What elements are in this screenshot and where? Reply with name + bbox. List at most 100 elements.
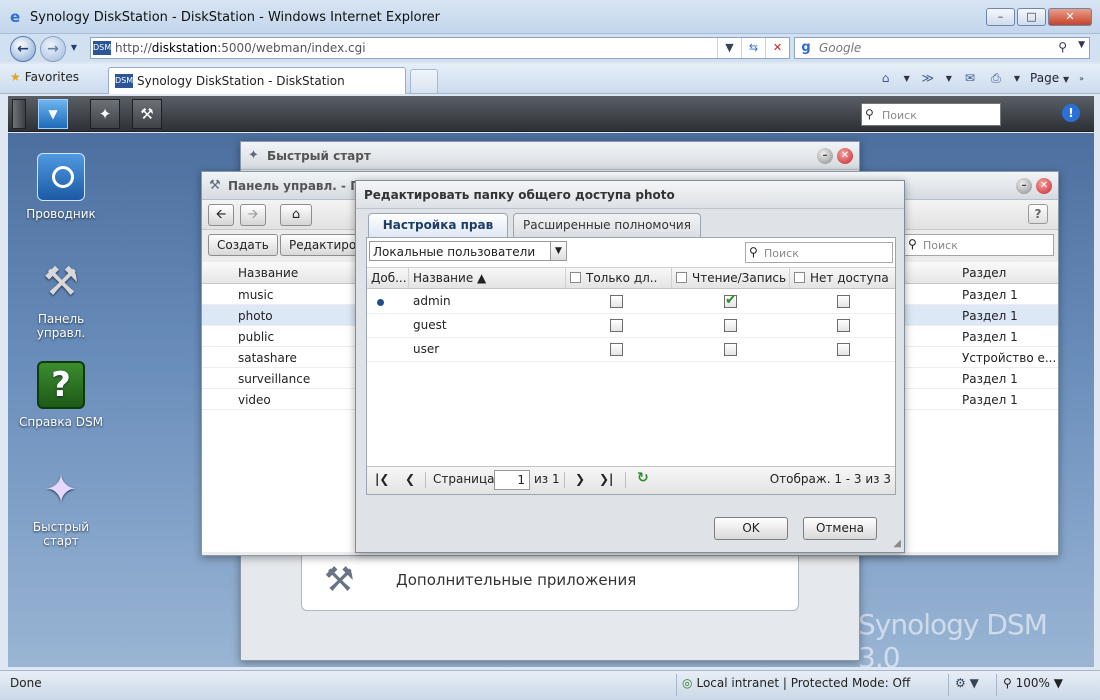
user-search-input[interactable]: ⚲ Поиск: [745, 242, 893, 263]
dialog-title: Редактировать папку общего доступа photo: [364, 188, 675, 202]
google-icon: g: [801, 40, 811, 55]
column-header-added[interactable]: Доб...: [367, 268, 409, 289]
star-icon: ★: [10, 70, 21, 84]
refresh-icon[interactable]: ↻: [637, 470, 649, 486]
maximize-button[interactable]: □: [1017, 8, 1046, 26]
column-header-no-access[interactable]: Нет доступа: [790, 268, 895, 289]
first-page-icon[interactable]: |❮: [375, 472, 389, 486]
forward-button[interactable]: 🡪: [240, 204, 266, 226]
desktop-icon-quick-start[interactable]: ✦ Быстрый старт: [16, 466, 106, 548]
table-row[interactable]: admin: [367, 290, 895, 314]
browser-search-box[interactable]: g Google ⚲ ▼: [794, 37, 1090, 59]
control-panel-taskbar-icon[interactable]: ⚒: [132, 99, 162, 129]
select-all-read-write-checkbox[interactable]: [676, 272, 687, 283]
ok-button[interactable]: OK: [714, 517, 788, 540]
column-header-read-write[interactable]: Чтение/Запись: [672, 268, 790, 289]
minimize-window-icon[interactable]: –: [817, 148, 833, 164]
notification-icon[interactable]: !: [1062, 104, 1080, 122]
globe-icon: ◎: [682, 676, 693, 690]
read-only-checkbox[interactable]: [610, 319, 623, 332]
select-all-no-access-checkbox[interactable]: [794, 272, 805, 283]
minimize-button[interactable]: –: [986, 8, 1015, 26]
dialog-titlebar[interactable]: Редактировать папку общего доступа photo: [356, 181, 904, 209]
no-access-checkbox[interactable]: [837, 295, 850, 308]
zoom-icon: ⚲: [1003, 676, 1012, 690]
column-header-name[interactable]: Название ▲: [409, 268, 566, 289]
page-number-input[interactable]: 1: [494, 470, 530, 490]
home-button[interactable]: ⌂: [280, 204, 312, 226]
back-button[interactable]: ←: [10, 36, 36, 62]
address-bar[interactable]: DSM http://diskstation:5000/webman/index…: [90, 37, 790, 59]
favorites-button[interactable]: ★ Favorites: [10, 70, 79, 84]
history-dropdown[interactable]: ▼: [67, 36, 81, 62]
search-icon[interactable]: ⚲: [1058, 40, 1067, 54]
mail-icon[interactable]: ✉: [962, 70, 978, 86]
quick-start-taskbar-icon[interactable]: ✦: [90, 99, 120, 129]
create-button[interactable]: Создать: [208, 234, 278, 256]
protected-mode-icon[interactable]: ⚙ ▼: [955, 676, 979, 690]
home-icon[interactable]: ⌂: [878, 70, 894, 86]
shared-folder-filter-input[interactable]: ⚲ Поиск: [904, 234, 1054, 256]
favorites-row: ★ Favorites DSM Synology DiskStation - Di…: [0, 64, 1100, 94]
synology-brand-watermark: Synology DSM 3.0: [858, 608, 1048, 667]
back-button[interactable]: 🡨: [208, 204, 234, 226]
desktop-icon-dsm-help[interactable]: ? Справка DSM: [16, 361, 106, 429]
refresh-icon[interactable]: ⇆: [741, 38, 765, 58]
table-row[interactable]: guest: [367, 314, 895, 338]
additional-apps-card[interactable]: ⚒ Дополнительные приложения: [301, 549, 799, 611]
read-write-checkbox[interactable]: [724, 343, 737, 356]
read-write-checkbox[interactable]: [724, 319, 737, 332]
minimize-window-icon[interactable]: –: [1016, 178, 1032, 194]
page-menu[interactable]: Page ▼: [1030, 71, 1069, 85]
previous-page-icon[interactable]: ❮: [405, 472, 415, 486]
help-button[interactable]: ?: [1028, 204, 1048, 224]
tab-permissions[interactable]: Настройка прав: [368, 213, 508, 237]
print-icon[interactable]: ⎙: [988, 70, 1004, 86]
column-header-name[interactable]: Название: [238, 266, 298, 280]
forward-button[interactable]: →: [40, 36, 66, 62]
desktop-icon-control-panel[interactable]: ⚒ Панель управл.: [16, 258, 106, 340]
table-row[interactable]: user: [367, 338, 895, 362]
magic-wand-icon: ✦: [44, 467, 78, 513]
read-write-checkbox[interactable]: [724, 292, 737, 308]
desktop-icon-file-browser[interactable]: Проводник: [16, 153, 106, 221]
quick-start-titlebar[interactable]: ✦ Быстрый старт – ✕: [241, 142, 859, 170]
pagination-bar: |❮ ❮ Страница 1 из 1 ❯ ❯| ↻ Отображ. 1 -…: [367, 466, 895, 494]
column-header-volume[interactable]: Раздел: [962, 266, 1006, 280]
taskbar-search-placeholder: Поиск: [882, 109, 917, 122]
more-commands-icon[interactable]: »: [1079, 74, 1084, 83]
dsm-taskbar: ▼ ✦ ⚒ ⚲ Поиск !: [8, 96, 1094, 132]
close-window-icon[interactable]: ✕: [837, 148, 853, 164]
read-only-checkbox[interactable]: [610, 295, 623, 308]
last-page-icon[interactable]: ❯|: [599, 472, 613, 486]
close-window-icon[interactable]: ✕: [1036, 178, 1052, 194]
no-access-checkbox[interactable]: [837, 319, 850, 332]
tab-advanced-permissions[interactable]: Расширенные полномочия: [513, 213, 701, 237]
read-only-checkbox[interactable]: [610, 343, 623, 356]
main-menu-button[interactable]: ▼: [38, 99, 68, 129]
folder-name: public: [238, 330, 275, 344]
search-dropdown-icon[interactable]: ▼: [1078, 40, 1085, 50]
feeds-icon[interactable]: ≫: [920, 70, 936, 86]
next-page-icon[interactable]: ❯: [575, 472, 585, 486]
address-dropdown-icon[interactable]: ▼: [717, 38, 741, 58]
resize-grip-icon[interactable]: ◢: [893, 538, 901, 549]
folder-volume: Раздел 1: [962, 309, 1018, 323]
folder-name: surveillance: [238, 372, 311, 386]
new-tab-button[interactable]: [410, 69, 438, 93]
no-access-checkbox[interactable]: [837, 343, 850, 356]
folder-volume: Раздел 1: [962, 372, 1018, 386]
select-all-read-only-checkbox[interactable]: [570, 272, 581, 283]
close-window-button[interactable]: ✕: [1048, 8, 1092, 26]
browser-tab[interactable]: DSM Synology DiskStation - DiskStation: [108, 67, 406, 94]
column-header-read-only[interactable]: Только дл..: [566, 268, 672, 289]
zoom-level[interactable]: ⚲ 100% ▼: [1003, 676, 1063, 690]
folder-name: video: [238, 393, 271, 407]
user-type-select[interactable]: Локальные пользователи ▼: [369, 241, 567, 261]
stop-icon[interactable]: ✕: [765, 38, 789, 58]
cancel-button[interactable]: Отмена: [803, 517, 877, 540]
address-buttons: ▼ ⇆ ✕: [717, 38, 789, 58]
folder-volume: Раздел 1: [962, 330, 1018, 344]
taskbar-search-input[interactable]: ⚲ Поиск: [861, 103, 1001, 126]
security-zone[interactable]: ◎ Local intranet | Protected Mode: Off: [682, 676, 910, 690]
